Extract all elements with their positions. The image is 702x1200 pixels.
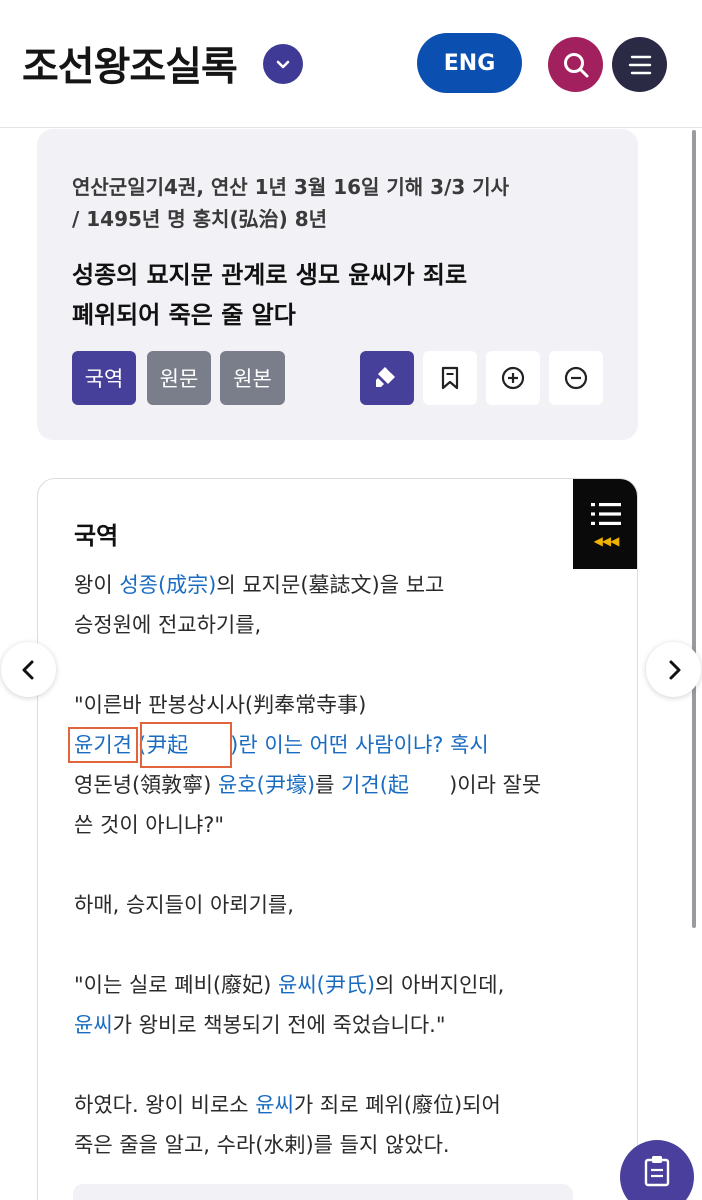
clipboard-fab[interactable]	[620, 1140, 694, 1200]
link-yun-ssi-2[interactable]: 윤씨	[255, 1093, 294, 1117]
text-span: 쓴 것이 아니냐?"	[74, 813, 225, 837]
zoom-out-icon	[564, 366, 588, 390]
bookmark-button[interactable]	[423, 351, 477, 405]
translation-content-card: 국역 ◀◀◀ 왕이 성종(成宗)의 묘지문(墓誌文)을 보고 승정원에 전교하기…	[37, 478, 638, 1200]
menu-button[interactable]	[612, 37, 667, 92]
highlighter-button[interactable]	[360, 351, 414, 405]
text-span: 의 묘지문(墓誌文)을 보고	[216, 573, 445, 597]
paren-open: (	[137, 733, 147, 757]
table-of-contents-button[interactable]: ◀◀◀	[573, 479, 637, 569]
site-title[interactable]: 조선왕조실록	[22, 34, 238, 92]
search-button[interactable]	[548, 37, 603, 92]
text-span: 승정원에 전교하기를,	[74, 613, 262, 637]
link-yun-ssi-hanja[interactable]: 윤씨(尹氏)	[278, 973, 375, 997]
tab-translation[interactable]: 국역	[72, 351, 136, 405]
link-seongjong[interactable]: 성종(成宗)	[119, 573, 216, 597]
previous-article-button[interactable]	[1, 642, 56, 697]
zoom-out-button[interactable]	[549, 351, 603, 405]
text-span: 를	[315, 773, 342, 797]
tab-original-text[interactable]: 원문	[147, 351, 211, 405]
link-yun-ssi[interactable]: 윤씨	[74, 1013, 113, 1037]
footnote-box	[73, 1184, 573, 1200]
clipboard-icon	[644, 1156, 670, 1187]
text-span: 죽은 줄을 알고, 수라(水剌)를 들지 않았다.	[74, 1133, 450, 1157]
tab-original-image[interactable]: 원본	[220, 351, 285, 405]
meta-line-2: / 1495년 명 홍치(弘治) 8년	[72, 207, 328, 231]
zoom-in-button[interactable]	[486, 351, 540, 405]
paragraph-3: 하매, 승지들이 아뢰기를,	[74, 893, 294, 917]
link-yun-ho[interactable]: 윤호(尹壕)	[218, 773, 315, 797]
title-dropdown-button[interactable]	[263, 44, 303, 84]
translation-text: 왕이 성종(成宗)의 묘지문(墓誌文)을 보고 승정원에 전교하기를, "이른바…	[68, 565, 584, 1165]
text-span: )란 이는 어떤 사람이냐? 혹시	[230, 733, 489, 757]
article-title: 성종의 묘지문 관계로 생모 윤씨가 죄로 폐위되어 죽은 줄 알다	[72, 255, 592, 335]
section-heading: 국역	[74, 522, 119, 550]
text-span: 의 아버지인데,	[375, 973, 505, 997]
text-span: )이라 잘못	[449, 773, 542, 797]
paragraph-4: "이는 실로 폐비(廢妃) 윤씨(尹氏)의 아버지인데, 윤씨가 왕비로 책봉되…	[74, 965, 584, 1045]
menu-icon	[628, 55, 651, 74]
meta-line-1: 연산군일기4권, 연산 1년 3월 16일 기해 3/3 기사	[72, 175, 510, 199]
collapse-arrows-icon: ◀◀◀	[593, 534, 620, 548]
text-span: 하였다. 왕이 비로소	[74, 1093, 256, 1117]
link-gigyeon[interactable]: 기견(起	[341, 765, 449, 805]
text-span: 왕이	[74, 573, 120, 597]
text-span: "이른바 판봉상시사(判奉常寺事)	[74, 693, 367, 717]
language-button[interactable]: ENG	[417, 33, 522, 93]
article-meta: 연산군일기4권, 연산 1년 3월 16일 기해 3/3 기사 / 1495년 …	[72, 171, 592, 235]
chevron-right-icon	[669, 660, 680, 679]
search-icon	[563, 52, 588, 77]
link-hanja-name[interactable]: 尹起	[140, 722, 233, 768]
list-icon	[591, 503, 621, 525]
paragraph-5: 하였다. 왕이 비로소 윤씨가 죄로 폐위(廢位)되어 죽은 줄을 알고, 수라…	[74, 1085, 584, 1165]
app-header: 조선왕조실록 ENG	[0, 0, 702, 128]
zoom-in-icon	[501, 366, 525, 390]
article-info-card: 연산군일기4권, 연산 1년 3월 16일 기해 3/3 기사 / 1495년 …	[37, 129, 638, 440]
title-line-2: 폐위되어 죽은 줄 알다	[72, 301, 296, 329]
chevron-down-icon	[276, 60, 290, 69]
text-span: 가 왕비로 책봉되기 전에 죽었습니다."	[112, 1013, 446, 1037]
title-line-1: 성종의 묘지문 관계로 생모 윤씨가 죄로	[72, 261, 468, 289]
paragraph-1: 왕이 성종(成宗)의 묘지문(墓誌文)을 보고 승정원에 전교하기를,	[74, 565, 584, 645]
text-span: 영돈녕(領敦寧)	[74, 773, 219, 797]
scrollbar-thumb[interactable]	[692, 130, 696, 928]
bookmark-icon	[441, 366, 459, 390]
paragraph-2: "이른바 판봉상시사(判奉常寺事) 윤기견 (尹起)란 이는 어떤 사람이냐? 혹…	[68, 685, 584, 845]
highlighter-icon	[376, 367, 395, 387]
next-article-button[interactable]	[646, 642, 701, 697]
link-yun-gigyeon[interactable]: 윤기견	[68, 727, 138, 763]
text-span: 가 죄로 폐위(廢位)되어	[293, 1093, 501, 1117]
chevron-left-icon	[22, 660, 33, 679]
text-span: "이는 실로 폐비(廢妃)	[74, 973, 278, 997]
